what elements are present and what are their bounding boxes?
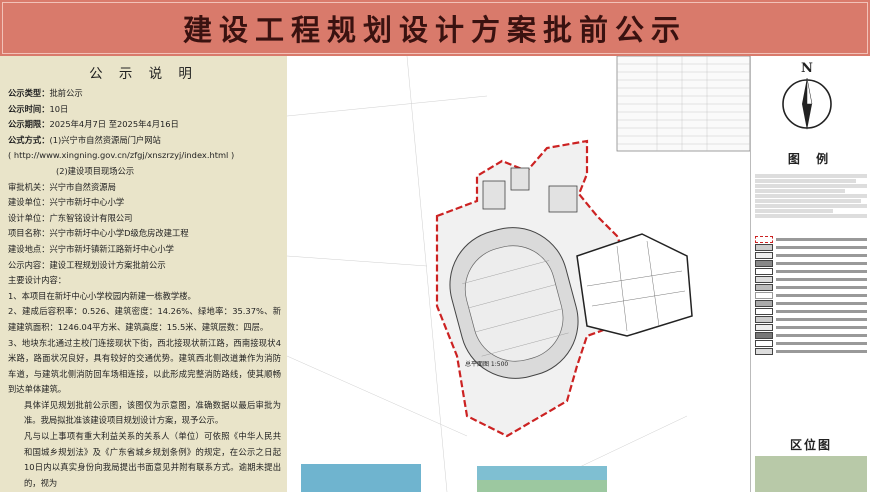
notice-content: 公示内容：建设工程规划设计方案批前公示 [8, 259, 166, 270]
notice-main-label: 主要设计内容： [8, 275, 67, 286]
legend-list [751, 235, 870, 355]
location-map [755, 456, 867, 492]
notice-method: 公式方式：(1)兴宁市自然资源局门户网站 [8, 134, 161, 145]
design-item-3: 3、地块东北通过主校门连接现状下街，西北接现状新江路，西南接现状4米路，路面状况… [8, 337, 281, 395]
notice-heading: 公 示 说 明 [89, 66, 198, 82]
title-banner: 建设工程规划设计方案批前公示 [0, 0, 870, 56]
legend-notes [751, 173, 870, 231]
north-label: N [801, 61, 813, 76]
indicator-table [616, 55, 751, 152]
notice-location: 建设地点：兴宁市新圩镇新江路新圩中心小学 [8, 243, 174, 254]
design-item-2: 2、建成后容积率：0.526、建筑密度：14.26%、绿地率：35.37%、新建… [8, 306, 281, 332]
north-arrow-icon: N [782, 61, 832, 130]
page-title: 建设工程规划设计方案批前公示 [182, 13, 687, 47]
notice-paragraph-1: 具体详见规划批前公示图，该图仅为示意图，准确数据以最后审批为准。我局拟批准该建设… [24, 399, 281, 426]
notice-url: ( http://www.xingning.gov.cn/zfgj/xnszrz… [8, 150, 235, 161]
notice-builder: 建设单位：兴宁市新圩中心小学 [8, 197, 125, 208]
notice-period: 公示期限：2025年4月7日 至2025年4月16日 [8, 119, 179, 130]
legend-panel: N 图 例 区位图 [750, 56, 870, 492]
rendering-thumb-1 [301, 464, 421, 492]
legend-title: 图 例 [787, 152, 835, 166]
plan-caption: 总平面图 1:500 [465, 360, 508, 368]
notice-time: 公示时间：10日 [8, 103, 69, 114]
location-map-title: 区位图 [789, 438, 832, 452]
notice-project: 项目名称：兴宁市新圩中心小学D级危房改建工程 [8, 228, 189, 239]
design-item-1: 1、本项目在新圩中心小学校园内新建一栋教学楼。 [8, 290, 196, 301]
notice-authority: 审批机关：兴宁市自然资源局 [8, 181, 116, 192]
notice-paragraph-2: 凡与以上事项有重大利益关系的关系人（单位）可依照《中华人民共和国城乡规划法》及《… [24, 431, 281, 488]
notice-designer: 设计单位：广东智铭设计有限公司 [8, 212, 133, 223]
notice-type: 公示类型：批前公示 [8, 88, 83, 98]
site-plan-svg: 总平面图 1:500 [286, 55, 751, 493]
notice-panel: 公 示 说 明 公示类型：批前公示 公示时间：10日 公示期限：2025年4月7… [0, 56, 287, 492]
site-plan-drawing: 总平面图 1:500 [286, 55, 751, 493]
notice-method-2: (2)建设项目现场公示 [56, 165, 135, 176]
